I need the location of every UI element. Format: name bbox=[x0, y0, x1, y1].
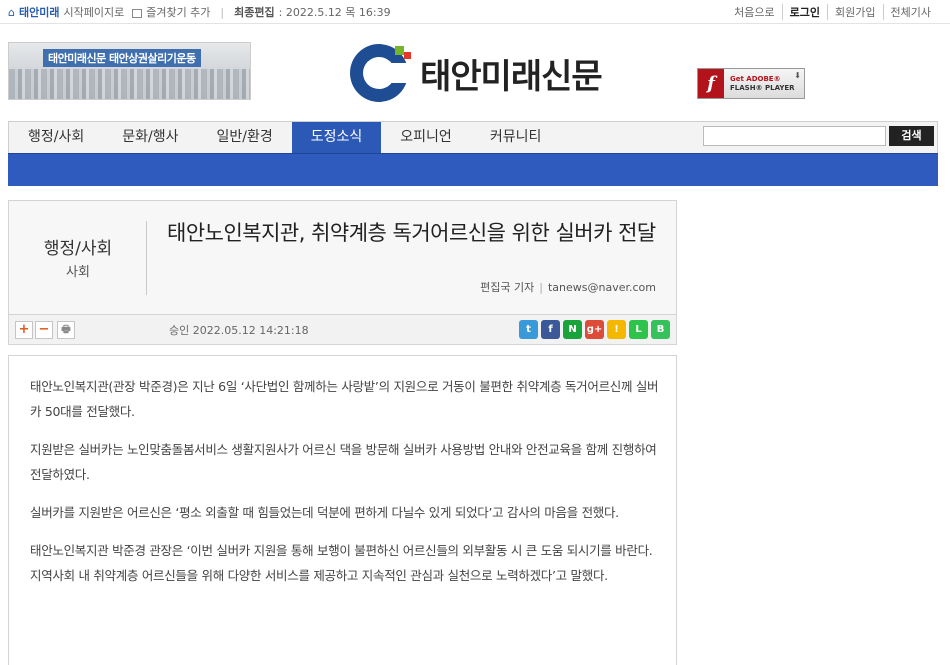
article-category[interactable]: 행정/사회 bbox=[9, 234, 147, 259]
article-toolbar: + − 🖶 승인 2022.05.12 14:21:18 t f Ng+! L B bbox=[8, 315, 677, 345]
font-decrease-button[interactable]: − bbox=[35, 321, 53, 339]
article-paragraph: 실버카를 지원받은 어르신은 ‘평소 외출할 때 힘들었는데 덕분에 편하게 다… bbox=[30, 505, 619, 520]
byline: 편집국 기자 | tanews@naver.com bbox=[480, 281, 656, 294]
share-buttons: t f Ng+! L B bbox=[519, 320, 670, 339]
nav-item-culture-events[interactable]: 문화/행사 bbox=[103, 122, 197, 153]
nav-item-province-news[interactable]: 도정소식 bbox=[291, 122, 382, 153]
font-increase-button[interactable]: + bbox=[15, 321, 33, 339]
last-edit-label: 최종편집 bbox=[234, 6, 275, 19]
sub-nav-bar bbox=[8, 153, 938, 186]
home-link[interactable]: 처음으로 bbox=[727, 4, 781, 20]
top-utility-bar: ⌂ 태안미래 시작페이지로 즐겨찾기 추가 | 최종편집 : 2022.5.12… bbox=[0, 0, 950, 24]
banner-city-image bbox=[9, 69, 250, 99]
article-paragraph: 태안노인복지관 박준경 관장은 ‘이번 실버카 지원을 통해 보행이 불편하신 … bbox=[30, 543, 653, 583]
article-title: 태안노인복지관, 취약계층 독거어르신을 위한 실버카 전달 bbox=[167, 221, 656, 245]
print-icon[interactable]: 🖶 bbox=[57, 321, 75, 339]
set-home-link[interactable]: 시작페이지로 bbox=[63, 4, 124, 20]
twitter-icon[interactable]: t bbox=[519, 320, 538, 339]
last-edit-value: : 2022.5.12 목 16:39 bbox=[278, 6, 391, 19]
divider bbox=[146, 221, 147, 295]
nav-item-opinion[interactable]: 오피니언 bbox=[381, 122, 471, 153]
flash-icon: f bbox=[698, 69, 724, 98]
article-header: 행정/사회 사회 태안노인복지관, 취약계층 독거어르신을 위한 실버카 전달 … bbox=[8, 200, 677, 315]
facebook-icon[interactable]: f bbox=[541, 320, 560, 339]
promo-banner[interactable]: 태안미래신문 태안상권살리기운동 bbox=[8, 42, 251, 100]
login-link[interactable]: 로그인 bbox=[781, 4, 827, 20]
author: 편집국 기자 bbox=[480, 281, 535, 294]
kakaostory-icon[interactable]: ! bbox=[607, 320, 626, 339]
main-nav: 행정/사회 문화/행사 일반/환경 도정소식 오피니언 커뮤니티 검색 bbox=[8, 121, 938, 153]
naver-icon[interactable]: N bbox=[563, 320, 582, 339]
logo-text: 태안미래신문 bbox=[420, 56, 603, 97]
site-logo[interactable]: 태안미래신문 bbox=[350, 44, 603, 102]
search-button[interactable]: 검색 bbox=[889, 126, 934, 146]
google-plus-icon[interactable]: g+ bbox=[585, 320, 604, 339]
nav-item-community[interactable]: 커뮤니티 bbox=[471, 122, 561, 153]
nav-item-general-environment[interactable]: 일반/환경 bbox=[198, 122, 292, 153]
topbar-brand[interactable]: 태안미래 bbox=[19, 4, 59, 20]
promo-banner-title: 태안미래신문 태안상권살리기운동 bbox=[43, 49, 201, 67]
article-paragraph: 지원받은 실버카는 노인맞춤돌봄서비스 생활지원사가 어르신 댁을 방문해 실버… bbox=[30, 442, 657, 482]
signup-link[interactable]: 회원가입 bbox=[827, 4, 882, 20]
logo-mark-icon bbox=[350, 44, 411, 102]
flash-line1: Get ADOBE® bbox=[730, 74, 781, 83]
bookmark-link[interactable]: 즐겨찾기 추가 bbox=[146, 4, 210, 20]
bookmark-icon bbox=[132, 8, 143, 18]
download-arrow-icon: ⬇ bbox=[794, 71, 801, 80]
band-icon[interactable]: B bbox=[651, 320, 670, 339]
flash-player-badge[interactable]: f Get ADOBE® FLASH® PLAYER ⬇ bbox=[697, 68, 805, 99]
home-icon: ⌂ bbox=[8, 5, 15, 19]
approved-timestamp: 승인 2022.05.12 14:21:18 bbox=[169, 324, 309, 337]
author-email[interactable]: tanews@naver.com bbox=[548, 281, 656, 294]
article-body: 태안노인복지관(관장 박준경)은 지난 6일 ‘사단법인 함께하는 사랑밭’의 … bbox=[8, 355, 677, 665]
nav-item-admin-society[interactable]: 행정/사회 bbox=[9, 122, 103, 153]
article-subcategory[interactable]: 사회 bbox=[9, 261, 147, 280]
line-icon[interactable]: L bbox=[629, 320, 648, 339]
all-articles-link[interactable]: 전체기사 bbox=[882, 4, 938, 20]
divider: | bbox=[220, 5, 225, 19]
article-paragraph: 태안노인복지관(관장 박준경)은 지난 6일 ‘사단법인 함께하는 사랑밭’의 … bbox=[30, 379, 659, 419]
search-input[interactable] bbox=[703, 126, 886, 146]
flash-line2: FLASH® PLAYER bbox=[730, 83, 795, 92]
